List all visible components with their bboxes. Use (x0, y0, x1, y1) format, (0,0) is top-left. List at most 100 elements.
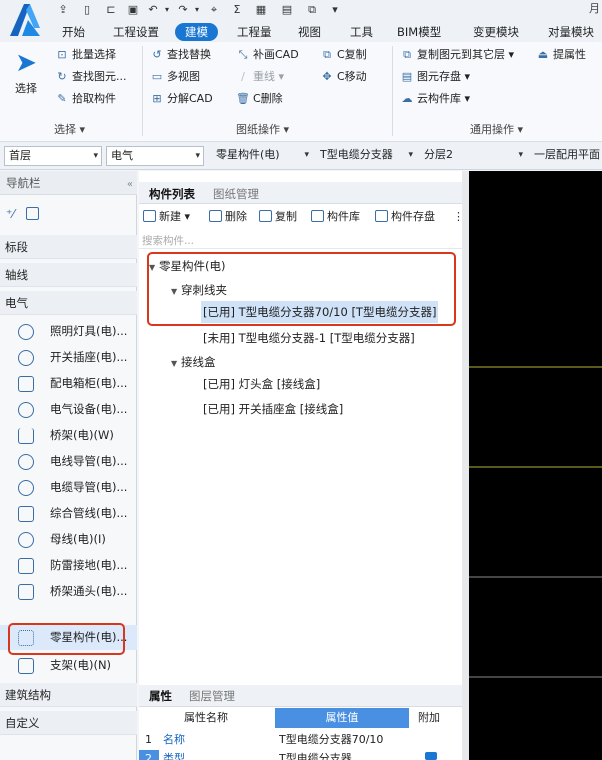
nav-category-axis[interactable]: 轴线 (0, 263, 137, 287)
vertical-scrollbar[interactable] (462, 171, 469, 760)
multi-view-icon: ▭ (151, 70, 163, 83)
layer-select[interactable]: 分层2 ▾ (420, 146, 526, 166)
tab-tools[interactable]: 工具 (350, 23, 373, 41)
retrace-button[interactable]: ∕ 重线 ▾ (236, 68, 284, 86)
tab-layer-management[interactable]: 图层管理 (183, 687, 241, 705)
element-save-button[interactable]: ▤ 图元存盘 ▾ (400, 68, 470, 86)
new-button[interactable]: 新建 ▾ (143, 208, 190, 226)
tab-drawing-management[interactable]: 图纸管理 (207, 185, 265, 203)
redo-dropdown-icon[interactable]: ▾ (190, 3, 204, 17)
copy-to-layer-button[interactable]: ⧉ 复制图元到其它层 ▾ (400, 46, 514, 64)
common-group-label[interactable]: 通用操作 ▾ (470, 121, 523, 137)
component-icon[interactable]: ⌖ (207, 3, 221, 17)
chevron-down-icon: ▾ (93, 151, 98, 161)
prop-value-cell[interactable]: T型电缆分支器 (279, 750, 407, 760)
tree-item[interactable]: [未用] T型电缆分支器-1 [T型电缆分支器] (203, 327, 415, 349)
expand-icon[interactable]: ▼ (171, 281, 181, 303)
expand-icon[interactable]: ▼ (149, 257, 159, 279)
checkbox-icon[interactable] (425, 752, 437, 760)
decompose-cad-button[interactable]: ⊞ 分解CAD (150, 90, 212, 108)
select-button[interactable]: ➤ 选择 (8, 46, 44, 104)
delete-button[interactable]: 删除 (209, 208, 247, 226)
mode-select[interactable]: 一层配用平面 (530, 146, 602, 166)
collapse-icon[interactable]: « (127, 173, 133, 197)
nav-category-section[interactable]: 标段 (0, 235, 137, 259)
drawing-canvas[interactable] (469, 171, 602, 760)
prop-value-cell[interactable]: T型电缆分支器70/10 (279, 731, 407, 749)
find-replace-icon: ↺ (152, 48, 162, 61)
c-move-button[interactable]: ✥ C移动 (320, 68, 366, 86)
nav-item-tray-fitting[interactable]: 桥架通头(电)... (0, 579, 137, 604)
tab-component-list[interactable]: 构件列表 (143, 185, 201, 203)
nav-item-equipment[interactable]: 电气设备(电)... (0, 397, 137, 422)
fill-cad-button[interactable]: ⤡ 补画CAD (236, 46, 299, 64)
nav-item-switch-socket[interactable]: 开关插座(电)... (0, 345, 137, 370)
nav-item-wire-conduit[interactable]: 电线导管(电)... (0, 449, 137, 474)
nav-item-lightning-grounding[interactable]: 防雷接地(电)... (0, 553, 137, 578)
redo-icon[interactable]: ↷ (176, 3, 190, 17)
nav-category-building-structure[interactable]: 建筑结构 (0, 683, 137, 707)
component-type-select[interactable]: 零星构件(电) ▾ (212, 146, 312, 166)
prop-header-value[interactable]: 属性值 (275, 708, 409, 728)
edit-icon[interactable] (26, 207, 40, 220)
delete-icon: 🗑 (236, 92, 250, 105)
tab-quantity[interactable]: 工程量 (237, 23, 272, 41)
tab-compare-module[interactable]: 对量模块 (548, 23, 594, 41)
find-element-button[interactable]: ↻ 查找图元... (55, 68, 126, 86)
tree-group-junction-box[interactable]: ▼ 接线盒 (171, 351, 216, 373)
tab-modeling[interactable]: 建模 (175, 23, 218, 41)
find-replace-button[interactable]: ↺ 查找替换 (150, 46, 211, 64)
element-icon[interactable]: ▤ (280, 3, 294, 17)
c-copy-button[interactable]: ⧉ C复制 (320, 46, 367, 64)
upload-icon[interactable]: ⇪ (56, 3, 70, 17)
customize-icon[interactable]: ▾ (328, 3, 342, 17)
copy-button[interactable]: 复制 (259, 208, 297, 226)
add-layer-icon[interactable]: ⁺⁄ (6, 207, 14, 221)
discipline-select[interactable]: 电气 ▾ (106, 146, 204, 166)
tree-item-selected[interactable]: [已用] T型电缆分支器70/10 [T型电缆分支器] (201, 301, 439, 323)
nav-item-cable-conduit[interactable]: 电缆导管(电)... (0, 475, 137, 500)
nav-item-integrated-pipeline[interactable]: 综合管线(电)... (0, 501, 137, 526)
search-input[interactable]: 搜索构件... (139, 233, 465, 249)
nav-category-custom[interactable]: 自定义 (0, 711, 137, 735)
tab-properties[interactable]: 属性 (143, 687, 178, 705)
select-group-label[interactable]: 选择 ▾ (54, 121, 85, 137)
library-button[interactable]: 构件库 (311, 208, 360, 226)
tree-group-clamp[interactable]: ▼ 穿刺线夹 (171, 279, 227, 301)
tab-bim-model[interactable]: BIM模型 (397, 23, 441, 41)
nav-item-misc-components[interactable]: 零星构件(电)... (0, 625, 137, 650)
cloud-library-button[interactable]: ☁ 云构件库 ▾ (400, 90, 471, 108)
grid-icon[interactable]: ▦ (254, 3, 268, 17)
floor-select[interactable]: 首层 ▾ (4, 146, 102, 166)
nav-item-cable-tray[interactable]: 桥架(电)(W) (0, 423, 137, 448)
tab-start[interactable]: 开始 (62, 23, 85, 41)
tab-change-module[interactable]: 变更模块 (473, 23, 519, 41)
save-icon[interactable]: ▣ (126, 3, 140, 17)
c-delete-button[interactable]: 🗑 C删除 (236, 90, 283, 108)
nav-category-electrical[interactable]: 电气 (0, 291, 137, 315)
tab-project-setup[interactable]: 工程设置 (113, 23, 159, 41)
open-folder-icon[interactable]: ⊏ (104, 3, 118, 17)
new-file-icon[interactable]: ▯ (80, 3, 94, 17)
component-select[interactable]: T型电缆分支器 ▾ (316, 146, 416, 166)
nav-item-distribution-box[interactable]: 配电箱柜(电)... (0, 371, 137, 396)
nav-item-busbar[interactable]: 母线(电)(I) (0, 527, 137, 552)
tree-item[interactable]: [已用] 灯头盒 [接线盒] (203, 373, 320, 395)
undo-dropdown-icon[interactable]: ▾ (160, 3, 174, 17)
multi-view-button[interactable]: ▭ 多视图 (150, 68, 200, 86)
sum-icon[interactable]: Σ (230, 3, 244, 17)
nav-item-lighting[interactable]: 照明灯具(电)... (0, 319, 137, 344)
drawing-group-label[interactable]: 图纸操作 ▾ (236, 121, 289, 137)
tree-root[interactable]: ▼ 零星构件(电) (149, 255, 225, 277)
lift-property-button[interactable]: ⏏ 提属性 (536, 46, 586, 64)
batch-select-button[interactable]: ⊡ 批量选择 (55, 46, 116, 64)
tree-item[interactable]: [已用] 开关插座盒 [接线盒] (203, 398, 343, 420)
nav-item-bracket[interactable]: 支架(电)(N) (0, 653, 137, 678)
undo-icon[interactable]: ↶ (146, 3, 160, 17)
tab-view[interactable]: 视图 (298, 23, 321, 41)
canvas-lines (469, 366, 602, 678)
expand-icon[interactable]: ▼ (171, 353, 181, 375)
save-component-button[interactable]: 构件存盘 (375, 208, 435, 226)
link-icon[interactable]: ⧉ (305, 3, 319, 17)
pick-component-button[interactable]: ✎ 拾取构件 (55, 90, 116, 108)
